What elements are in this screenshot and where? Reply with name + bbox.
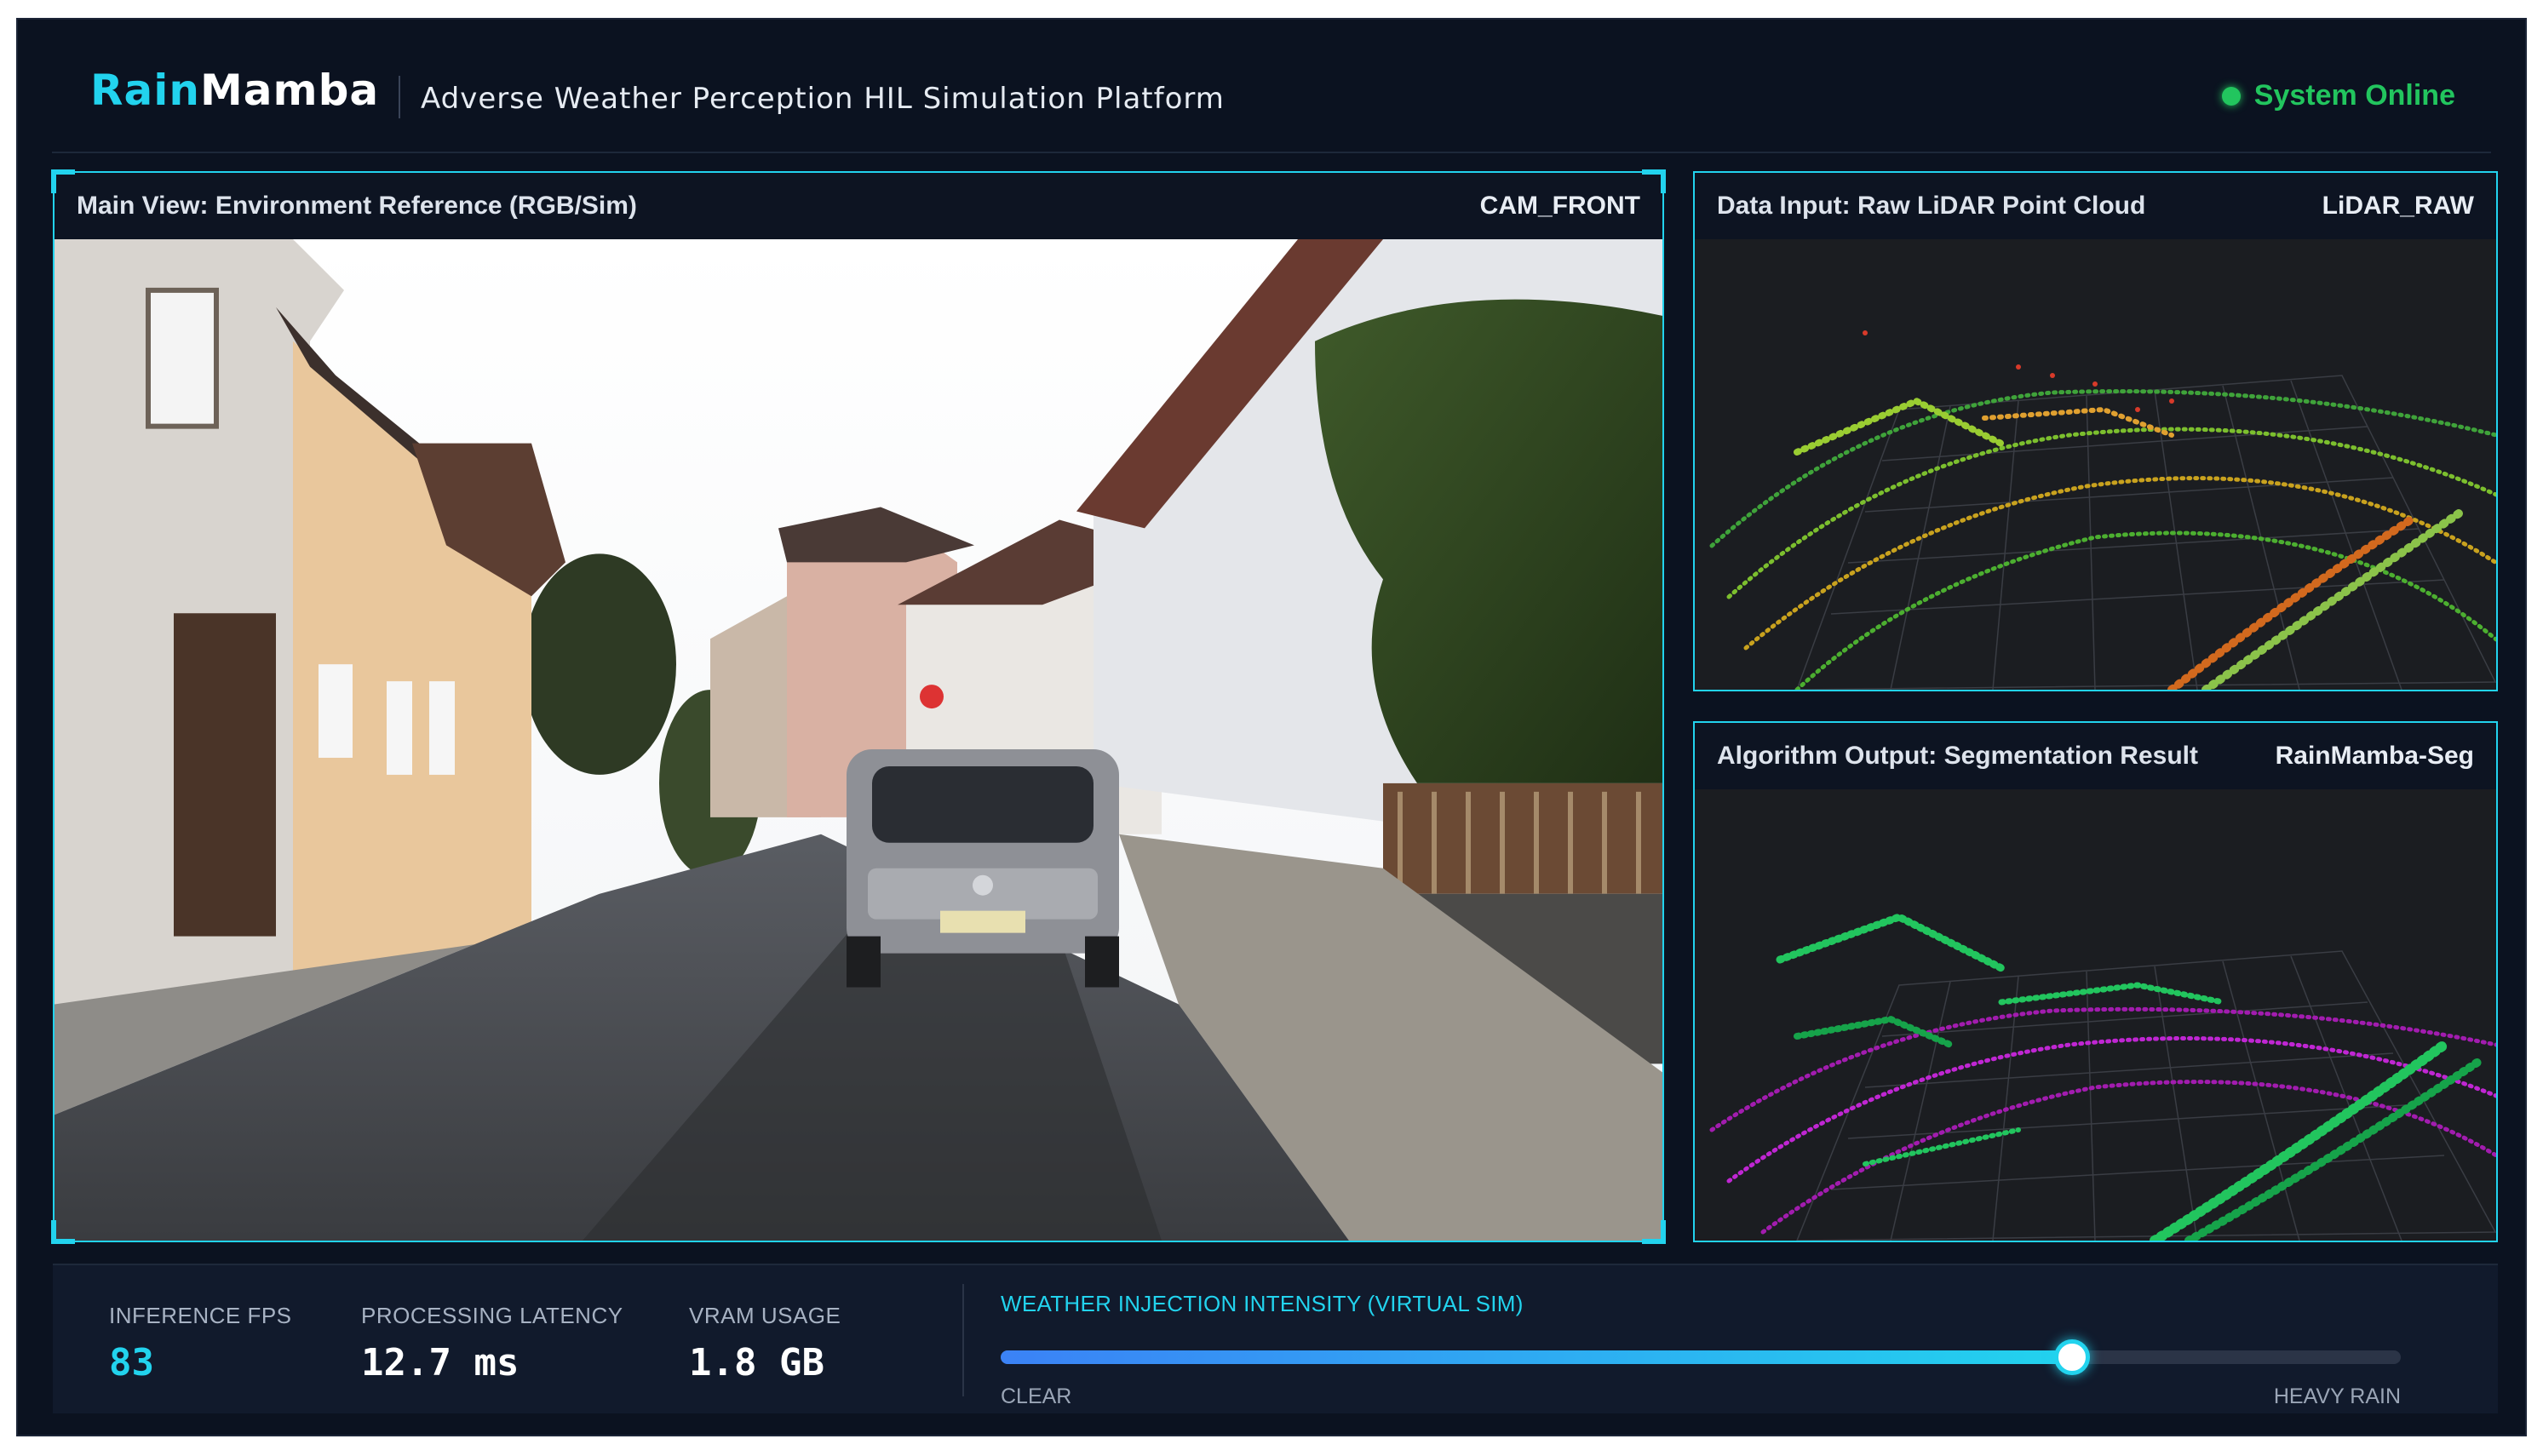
brand-logo: RainMamba	[90, 69, 379, 112]
lidar-point-cloud-image	[1695, 239, 2496, 690]
segmentation-view	[1695, 789, 2496, 1241]
page-title: Adverse Weather Perception HIL Simulatio…	[421, 82, 1225, 116]
slider-max-label: HEAVY RAIN	[2273, 1384, 2401, 1408]
panel-title: Main View: Environment Reference (RGB/Si…	[77, 192, 637, 220]
slider-thumb[interactable]	[2053, 1339, 2090, 1375]
status-dot-icon	[2221, 86, 2241, 106]
segmentation-output-panel[interactable]: Algorithm Output: Segmentation Result Ra…	[1693, 721, 2498, 1242]
system-status: System Online	[2221, 79, 2455, 112]
segmentation-point-cloud-image	[1695, 789, 2496, 1241]
header-divider	[399, 76, 400, 118]
panel-title: Data Input: Raw LiDAR Point Cloud	[1717, 192, 2146, 220]
metric-value: 12.7 ms	[361, 1341, 520, 1384]
panel-tag: CAM_FRONT	[1479, 192, 1640, 220]
header-rule	[52, 152, 2491, 153]
corner-bracket	[51, 1220, 75, 1244]
metric-value: 83	[109, 1341, 154, 1384]
street-scene-image	[55, 239, 1662, 1241]
metric-value: 1.8 GB	[689, 1341, 824, 1384]
lidar-input-panel[interactable]: Data Input: Raw LiDAR Point Cloud LiDAR_…	[1693, 171, 2498, 691]
weather-intensity-slider[interactable]	[1001, 1339, 2401, 1375]
main-view-panel[interactable]: Main View: Environment Reference (RGB/Si…	[51, 169, 1666, 1244]
metrics-bar: Inference FPS 83 Processing Latency 12.7…	[53, 1264, 2498, 1413]
slider-fill	[1001, 1350, 2072, 1364]
metric-latency: Processing Latency 12.7 ms	[361, 1303, 623, 1382]
lidar-point-cloud-view	[1695, 239, 2496, 690]
panel-header: Data Input: Raw LiDAR Point Cloud LiDAR_…	[1695, 173, 2496, 239]
status-label: System Online	[2253, 79, 2455, 112]
weather-slider-label: WEATHER INJECTION INTENSITY (VIRTUAL SIM…	[1001, 1291, 1524, 1316]
panel-tag: RainMamba-Seg	[2275, 742, 2474, 770]
header: RainMamba Adverse Weather Perception HIL…	[18, 20, 2525, 153]
brand-logo-rain: Rain	[90, 66, 200, 115]
corner-bracket	[51, 169, 75, 193]
panel-tag: LiDAR_RAW	[2322, 192, 2474, 220]
metric-vram: VRAM Usage 1.8 GB	[689, 1303, 841, 1382]
metric-label: Processing Latency	[361, 1303, 623, 1328]
metrics-divider	[962, 1284, 964, 1396]
app-window: RainMamba Adverse Weather Perception HIL…	[16, 18, 2527, 1436]
corner-bracket	[1642, 169, 1666, 193]
corner-bracket	[1642, 1220, 1666, 1244]
brand-logo-mamba: Mamba	[199, 66, 380, 115]
camera-feed-image	[55, 239, 1662, 1241]
panel-header: Algorithm Output: Segmentation Result Ra…	[1695, 723, 2496, 789]
metric-fps: Inference FPS 83	[109, 1303, 292, 1382]
panel-title: Algorithm Output: Segmentation Result	[1717, 742, 2198, 770]
slider-min-label: CLEAR	[1001, 1384, 1072, 1408]
metric-label: Inference FPS	[109, 1303, 292, 1328]
metric-label: VRAM Usage	[689, 1303, 841, 1328]
panel-header: Main View: Environment Reference (RGB/Si…	[55, 173, 1662, 239]
